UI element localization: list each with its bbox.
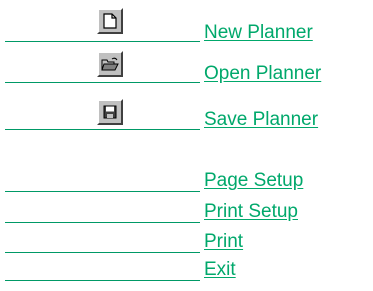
underline-rule (5, 252, 200, 253)
underline-rule (5, 191, 200, 192)
new-planner-button[interactable] (97, 8, 123, 34)
underline-rule (5, 41, 200, 42)
menu-item-open-planner: Open Planner (0, 51, 373, 95)
save-planner-button[interactable] (97, 99, 123, 125)
print-link[interactable]: Print (204, 231, 243, 253)
menu-item-page-setup: Page Setup (0, 170, 373, 202)
menu-item-save-planner: Save Planner (0, 99, 373, 141)
underline-rule (5, 129, 200, 130)
underline-rule (5, 82, 200, 83)
save-disk-icon (103, 105, 117, 119)
underline-rule (5, 222, 200, 223)
page-setup-link[interactable]: Page Setup (204, 170, 303, 192)
exit-link[interactable]: Exit (204, 259, 236, 281)
open-planner-button[interactable] (97, 51, 123, 77)
new-document-icon (103, 13, 117, 29)
print-setup-link[interactable]: Print Setup (204, 201, 298, 223)
menu-item-exit: Exit (0, 259, 373, 291)
underline-rule (5, 280, 200, 281)
menu-item-new-planner: New Planner (0, 8, 373, 54)
save-planner-link[interactable]: Save Planner (204, 109, 318, 131)
open-folder-icon (101, 57, 119, 71)
menu-item-print-setup: Print Setup (0, 201, 373, 233)
open-planner-link[interactable]: Open Planner (204, 63, 321, 85)
new-planner-link[interactable]: New Planner (204, 22, 313, 44)
